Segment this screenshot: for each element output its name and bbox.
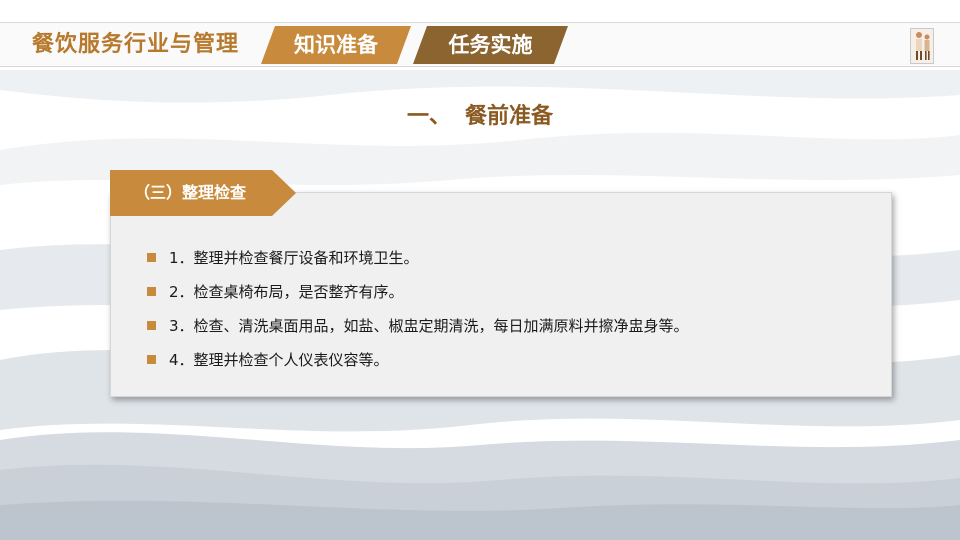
section-number: 一、 bbox=[406, 104, 451, 129]
tab-knowledge-prep[interactable]: 知识准备 bbox=[261, 26, 411, 64]
card-label-tag: （三）整理检查 bbox=[110, 170, 296, 216]
list-item-text: 2．检查桌椅布局，是否整齐有序。 bbox=[169, 283, 404, 301]
list-item: 1．整理并检查餐厅设备和环境卫生。 bbox=[147, 241, 689, 275]
figure-thumbnail-icon bbox=[910, 28, 934, 64]
tab-task-implementation[interactable]: 任务实施 bbox=[413, 26, 568, 64]
square-bullet-icon bbox=[147, 355, 156, 364]
header-bar: 餐饮服务行业与管理 知识准备 任务实施 bbox=[0, 22, 960, 67]
page-title: 一、 餐前准备 bbox=[0, 98, 960, 130]
content-card: 1．整理并检查餐厅设备和环境卫生。 2．检查桌椅布局，是否整齐有序。 3．检查、… bbox=[110, 192, 892, 397]
section-title-text: 餐前准备 bbox=[465, 104, 554, 129]
square-bullet-icon bbox=[147, 253, 156, 262]
list-item: 3．检查、清洗桌面用品，如盐、椒盅定期清洗，每日加满原料并擦净盅身等。 bbox=[147, 309, 689, 343]
checklist: 1．整理并检查餐厅设备和环境卫生。 2．检查桌椅布局，是否整齐有序。 3．检查、… bbox=[147, 241, 689, 377]
list-item: 2．检查桌椅布局，是否整齐有序。 bbox=[147, 275, 689, 309]
brand-title: 餐饮服务行业与管理 bbox=[32, 32, 240, 57]
list-item-text: 4．整理并检查个人仪表仪容等。 bbox=[169, 351, 389, 369]
square-bullet-icon bbox=[147, 321, 156, 330]
list-item-text: 1．整理并检查餐厅设备和环境卫生。 bbox=[169, 249, 419, 267]
list-item-text: 3．检查、清洗桌面用品，如盐、椒盅定期清洗，每日加满原料并擦净盅身等。 bbox=[169, 317, 689, 335]
list-item: 4．整理并检查个人仪表仪容等。 bbox=[147, 343, 689, 377]
square-bullet-icon bbox=[147, 287, 156, 296]
